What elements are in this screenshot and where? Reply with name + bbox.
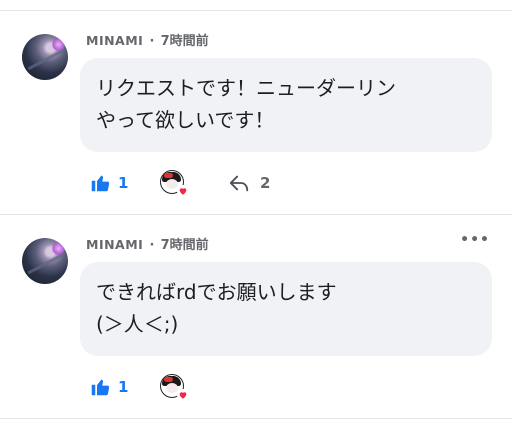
thumbs-up-icon: [91, 175, 110, 192]
heart-icon: [177, 389, 189, 401]
comment-text-line: できればrdでお願いします: [96, 280, 337, 304]
top-divider: [0, 10, 512, 11]
like-button[interactable]: 1: [90, 172, 128, 193]
like-count: 1: [118, 173, 129, 192]
more-dots-icon[interactable]: •••: [460, 232, 490, 248]
user-avatar[interactable]: [22, 34, 68, 80]
meta-separator: ·: [149, 238, 155, 253]
comment-divider: [0, 214, 512, 215]
meta-separator: ·: [149, 34, 155, 49]
user-avatar[interactable]: [22, 238, 68, 284]
comment-bubble: できればrdでお願いします (＞人＜;): [80, 262, 492, 356]
username[interactable]: MINAMI: [86, 237, 143, 252]
reply-button[interactable]: 2: [228, 172, 270, 194]
comment-text-line: やって欲しいです！: [96, 108, 275, 132]
timestamp[interactable]: 7時間前: [161, 238, 209, 253]
reaction-user-avatar[interactable]: [160, 170, 189, 197]
username[interactable]: MINAMI: [86, 33, 143, 48]
like-count: 1: [118, 377, 129, 396]
comment-text-line: (＞人＜;): [96, 312, 179, 336]
reply-count: 2: [260, 174, 271, 192]
bottom-divider: [0, 418, 512, 419]
comment-bubble: リクエストです！ニューダーリン やって欲しいです！: [80, 58, 492, 152]
comment-meta: MINAMI · 7時間前: [86, 30, 209, 49]
comment-meta: MINAMI · 7時間前: [86, 234, 209, 253]
reaction-user-avatar[interactable]: [160, 374, 189, 401]
timestamp[interactable]: 7時間前: [161, 34, 209, 49]
thumbs-up-icon: [91, 379, 110, 396]
like-button[interactable]: 1: [90, 376, 128, 397]
reply-arrow-icon: [229, 175, 249, 192]
heart-icon: [177, 185, 189, 197]
comment-text-line: リクエストです！ニューダーリン: [96, 76, 396, 100]
